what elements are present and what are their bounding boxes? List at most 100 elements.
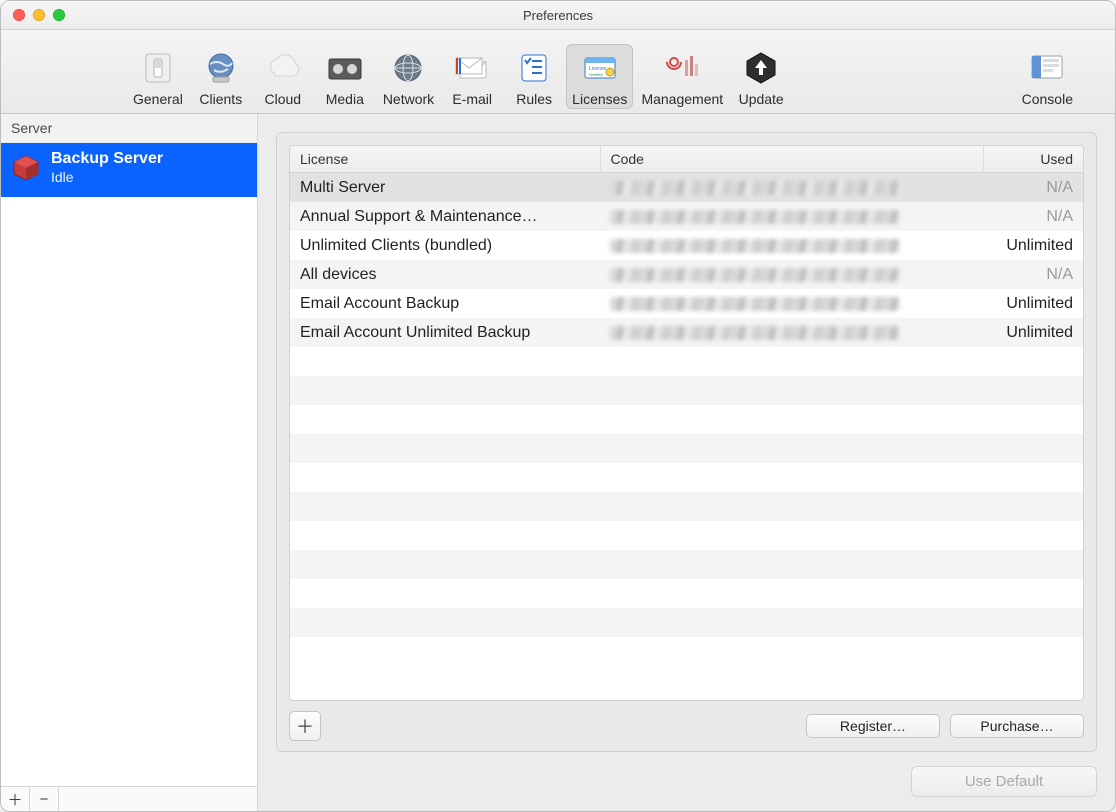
tab-licenses-label: Licenses [572,91,627,107]
table-row[interactable]: Email Account Unlimited BackupUnlimited [290,318,1083,347]
table-row[interactable]: All devicesN/A [290,260,1083,289]
plus-icon: ＋ [296,713,314,739]
used-cell: N/A [983,173,1083,202]
rules-icon [514,48,554,88]
tab-media[interactable]: Media [315,44,375,109]
tab-general[interactable]: General [127,44,189,109]
code-cell [600,608,983,637]
tab-general-label: General [133,91,183,107]
table-row[interactable]: Unlimited Clients (bundled)Unlimited [290,231,1083,260]
pane-footer: Use Default [276,766,1097,797]
add-license-button[interactable]: ＋ [289,711,321,741]
server-status: Idle [51,169,163,187]
used-cell [983,608,1083,637]
licenses-panel: License Code Used [276,132,1097,752]
svg-text:Verified: Verified [589,72,603,77]
used-cell [983,463,1083,492]
network-icon [388,48,428,88]
used-cell [983,347,1083,376]
license-cell: Annual Support & Maintenance… [290,202,600,231]
add-server-button[interactable]: ＋ [1,787,30,811]
tab-management-label: Management [641,91,723,107]
table-row [290,376,1083,405]
license-icon: License Verified [580,48,620,88]
tab-cloud[interactable]: Cloud [253,44,313,109]
license-cell: Unlimited Clients (bundled) [290,231,600,260]
licenses-table: License Code Used [290,146,1083,173]
tab-email[interactable]: E-mail [442,44,502,109]
license-cell [290,376,600,405]
used-cell [983,579,1083,608]
used-cell: Unlimited [983,318,1083,347]
code-cell [600,347,983,376]
tab-console[interactable]: Console [1016,44,1079,109]
table-row[interactable]: Email Account Backup Unlimited [290,289,1083,318]
license-cell: All devices [290,260,600,289]
table-row [290,608,1083,637]
code-cell [600,260,983,289]
table-row [290,521,1083,550]
envelope-icon [452,48,492,88]
sidebar-footer: ＋ − [1,786,257,811]
tab-update[interactable]: Update [731,44,791,109]
remove-server-button[interactable]: − [30,787,59,811]
use-default-button[interactable]: Use Default [911,766,1097,797]
server-name: Backup Server [51,149,163,169]
used-cell [983,550,1083,579]
license-cell: Multi Server [290,173,600,202]
tab-licenses[interactable]: License Verified Licenses [566,44,633,109]
code-cell [600,231,983,260]
license-cell [290,550,600,579]
table-row [290,492,1083,521]
tab-console-label: Console [1022,91,1073,107]
used-cell [983,434,1083,463]
tab-rules[interactable]: Rules [504,44,564,109]
server-row[interactable]: Backup Server Idle [1,143,257,197]
server-text: Backup Server Idle [51,149,163,187]
tab-management[interactable]: Management [635,44,729,109]
licenses-table-scroll[interactable]: Multi ServerN/AAnnual Support & Maintena… [290,173,1083,700]
license-cell [290,521,600,550]
code-cell [600,521,983,550]
redacted-code [610,210,900,224]
cloud-icon [263,48,303,88]
register-button[interactable]: Register… [806,714,940,738]
license-cell [290,463,600,492]
server-cube-icon [11,153,41,183]
tab-network[interactable]: Network [377,44,440,109]
tab-cloud-label: Cloud [265,91,302,107]
used-cell [983,492,1083,521]
code-cell [600,173,983,202]
redacted-code [610,326,900,340]
used-cell: Unlimited [983,289,1083,318]
tab-clients[interactable]: Clients [191,44,251,109]
col-used[interactable]: Used [983,146,1083,173]
table-row[interactable]: Annual Support & Maintenance… N/A [290,202,1083,231]
table-row [290,405,1083,434]
tab-media-label: Media [326,91,364,107]
col-code[interactable]: Code [600,146,983,173]
table-row[interactable]: Multi Server N/A [290,173,1083,202]
used-cell [983,405,1083,434]
license-cell [290,579,600,608]
license-cell [290,492,600,521]
preferences-window: Preferences General [0,0,1116,812]
redacted-code [610,239,900,253]
update-icon [741,48,781,88]
redacted-code [610,181,900,195]
switch-icon [138,48,178,88]
license-cell: Email Account Backup [290,289,600,318]
preferences-toolbar: General Clients Cloud [1,30,1115,114]
code-cell [600,550,983,579]
globe-icon [201,48,241,88]
col-license[interactable]: License [290,146,600,173]
licenses-table-wrap: License Code Used [289,145,1084,701]
purchase-button[interactable]: Purchase… [950,714,1084,738]
tape-icon [325,48,365,88]
console-icon [1027,48,1067,88]
tab-update-label: Update [739,91,784,107]
used-cell: N/A [983,202,1083,231]
code-cell [600,579,983,608]
table-row [290,347,1083,376]
server-list: Backup Server Idle [1,143,257,786]
